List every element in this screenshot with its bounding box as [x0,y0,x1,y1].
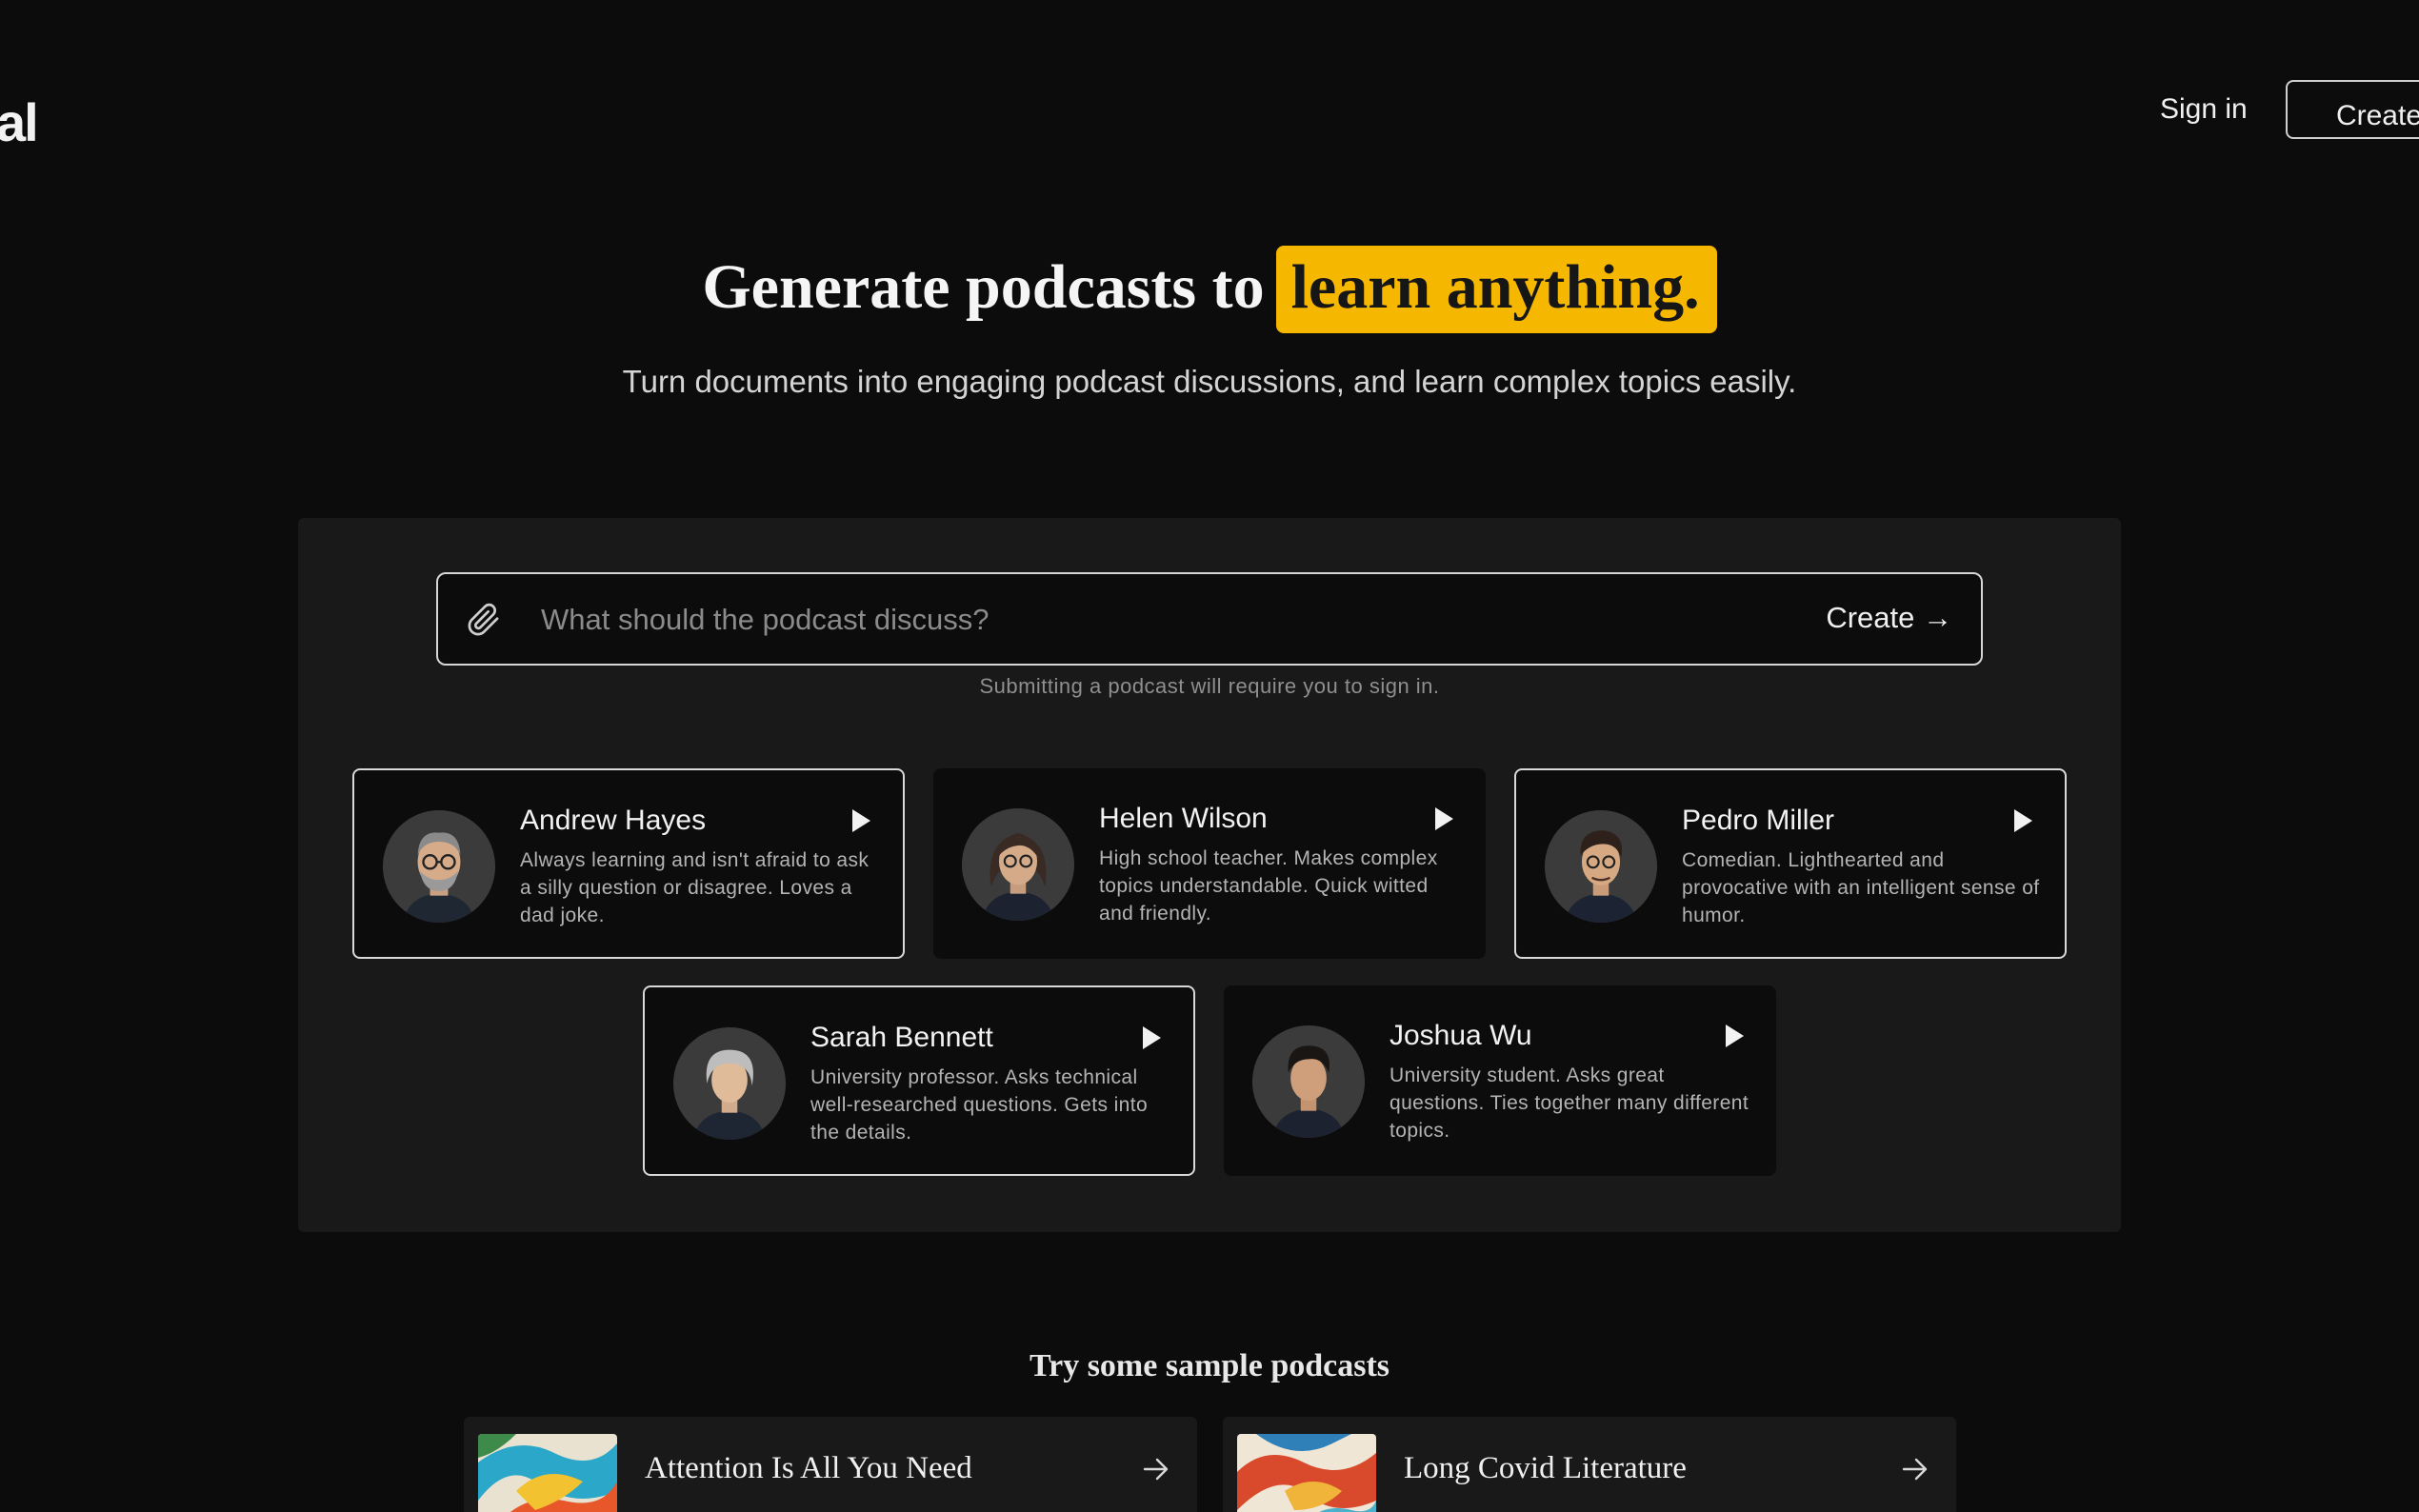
create-account-button[interactable]: Create ac [2286,80,2419,139]
podcast-topic-input[interactable] [541,595,1684,645]
avatar-sarah-bennett [673,1027,786,1140]
host-description: High school teacher. Makes complex topic… [1099,847,1438,925]
arrow-right-icon [1902,1458,1928,1481]
hero-title-prefix: Generate podcasts to [702,252,1265,322]
sample-podcast-long-covid[interactable]: Long Covid Literature [1223,1417,1956,1512]
host-description: University professor. Asks technical wel… [810,1066,1149,1144]
sample-podcast-attention[interactable]: Attention Is All You Need [464,1417,1197,1512]
hero-subtitle: Turn documents into engaging podcast dis… [622,364,1797,399]
samples-title: Try some sample podcasts [1029,1348,1390,1383]
host-description: Always learning and isn't afraid to ask … [520,849,870,926]
arrow-right-icon [1143,1458,1169,1481]
avatar-joshua-wu [1252,1025,1365,1138]
sample-thumbnail [478,1434,617,1512]
play-icon[interactable] [1723,1024,1746,1048]
logo[interactable]: al [0,91,39,153]
sample-title: Attention Is All You Need [645,1451,972,1485]
hero-title: Generate podcasts to learn anything. [0,246,2419,333]
play-icon[interactable] [1140,1025,1163,1050]
host-description: Comedian. Lighthearted and provocative w… [1682,849,2040,926]
host-card-andrew-hayes[interactable]: Andrew Hayes Always learning and isn't a… [352,768,905,959]
hero-title-highlight: learn anything. [1275,246,1717,333]
avatar-pedro-miller [1545,810,1657,923]
prompt-box: Create → [436,572,1983,666]
play-icon[interactable] [1432,806,1455,831]
create-button[interactable]: Create → [1826,601,1952,635]
paperclip-icon[interactable] [467,603,501,637]
avatar-helen-wilson [962,808,1074,921]
sign-in-link[interactable]: Sign in [2160,93,2248,126]
page: al Sign in Create ac Generate podcasts t… [0,0,2419,1512]
sample-title: Long Covid Literature [1404,1451,1687,1485]
create-panel: Create → Submitting a podcast will requi… [298,518,2121,1232]
host-card-helen-wilson[interactable]: Helen Wilson High school teacher. Makes … [933,768,1486,959]
host-name: Joshua Wu [1389,1020,1532,1051]
play-icon[interactable] [2011,808,2034,833]
host-card-joshua-wu[interactable]: Joshua Wu University student. Asks great… [1224,985,1776,1176]
sign-in-note: Submitting a podcast will require you to… [979,674,1440,698]
host-card-sarah-bennett[interactable]: Sarah Bennett University professor. Asks… [643,985,1195,1176]
host-name: Helen Wilson [1099,803,1268,834]
host-card-pedro-miller[interactable]: Pedro Miller Comedian. Lighthearted and … [1514,768,2067,959]
host-description: University student. Asks great questions… [1389,1064,1749,1142]
host-name: Sarah Bennett [810,1022,993,1053]
sample-thumbnail [1237,1434,1376,1512]
host-name: Andrew Hayes [520,805,707,836]
play-icon[interactable] [850,808,872,833]
avatar-andrew-hayes [383,810,495,923]
host-name: Pedro Miller [1682,805,1835,836]
